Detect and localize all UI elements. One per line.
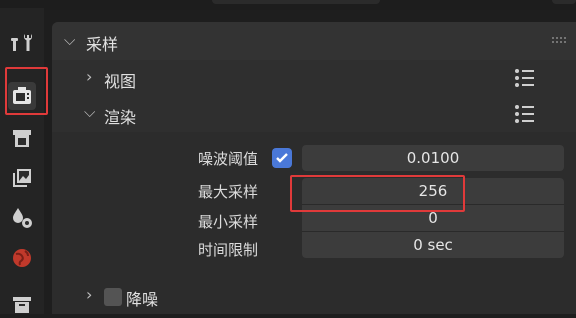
scene-drops-icon — [13, 208, 32, 228]
view-layer-icon[interactable] — [8, 164, 36, 192]
output-icon[interactable] — [8, 124, 36, 152]
top-right-tab — [552, 0, 576, 4]
world-globe-icon — [13, 249, 31, 267]
denoise-checkbox[interactable] — [104, 288, 122, 306]
box-icon — [13, 297, 31, 313]
tool-icon[interactable] — [8, 28, 36, 56]
subpanel-render-label: 渲染 — [104, 108, 137, 127]
list-menu-icon[interactable] — [514, 103, 536, 125]
images-icon — [13, 169, 31, 187]
noise-threshold-field[interactable]: 0.0100 — [302, 145, 564, 171]
max-samples-field[interactable]: 256 — [302, 178, 564, 204]
list-menu-icon[interactable] — [514, 67, 536, 89]
subpanel-denoise-label: 降噪 — [126, 290, 159, 309]
render-camera-icon — [13, 87, 31, 104]
sampling-header[interactable]: ⌵ 采样 — [52, 22, 576, 62]
scene-icon[interactable] — [8, 204, 36, 232]
subpanel-render[interactable]: ⌵ 渲染 — [52, 96, 576, 132]
panel-title: 采样 — [86, 35, 119, 54]
checkmark-icon — [276, 153, 288, 163]
top-tab — [212, 0, 380, 4]
chevron-down-icon: ⌵ — [84, 103, 96, 121]
subpanel-viewport-label: 视图 — [104, 72, 137, 91]
min-samples-label: 最小采样 — [197, 213, 258, 231]
sampling-panel: ⌵ 采样 › 视图 ⌵ 渲染 噪波阈值 0.0100 最大采样 256 最小采样… — [52, 22, 576, 314]
properties-sidebar — [0, 8, 44, 314]
noise-threshold-checkbox[interactable] — [272, 148, 292, 168]
tool-icon-graphic — [11, 34, 32, 51]
drag-handle-icon[interactable] — [552, 37, 566, 45]
time-limit-field[interactable]: 0 sec — [302, 232, 564, 258]
subpanel-viewport[interactable]: › 视图 — [52, 60, 576, 96]
noise-threshold-label: 噪波阈值 — [197, 150, 258, 168]
time-limit-label: 时间限制 — [197, 241, 258, 259]
chevron-down-icon: ⌵ — [64, 31, 76, 49]
subpanel-denoise[interactable]: › 降噪 — [52, 278, 576, 314]
min-samples-field[interactable]: 0 — [302, 205, 564, 231]
render-tab-icon[interactable] — [8, 82, 36, 110]
printer-icon — [13, 130, 31, 147]
world-icon[interactable] — [8, 244, 36, 272]
chevron-right-icon: › — [86, 67, 93, 86]
max-samples-label: 最大采样 — [197, 183, 258, 201]
chevron-right-icon: › — [86, 285, 93, 304]
